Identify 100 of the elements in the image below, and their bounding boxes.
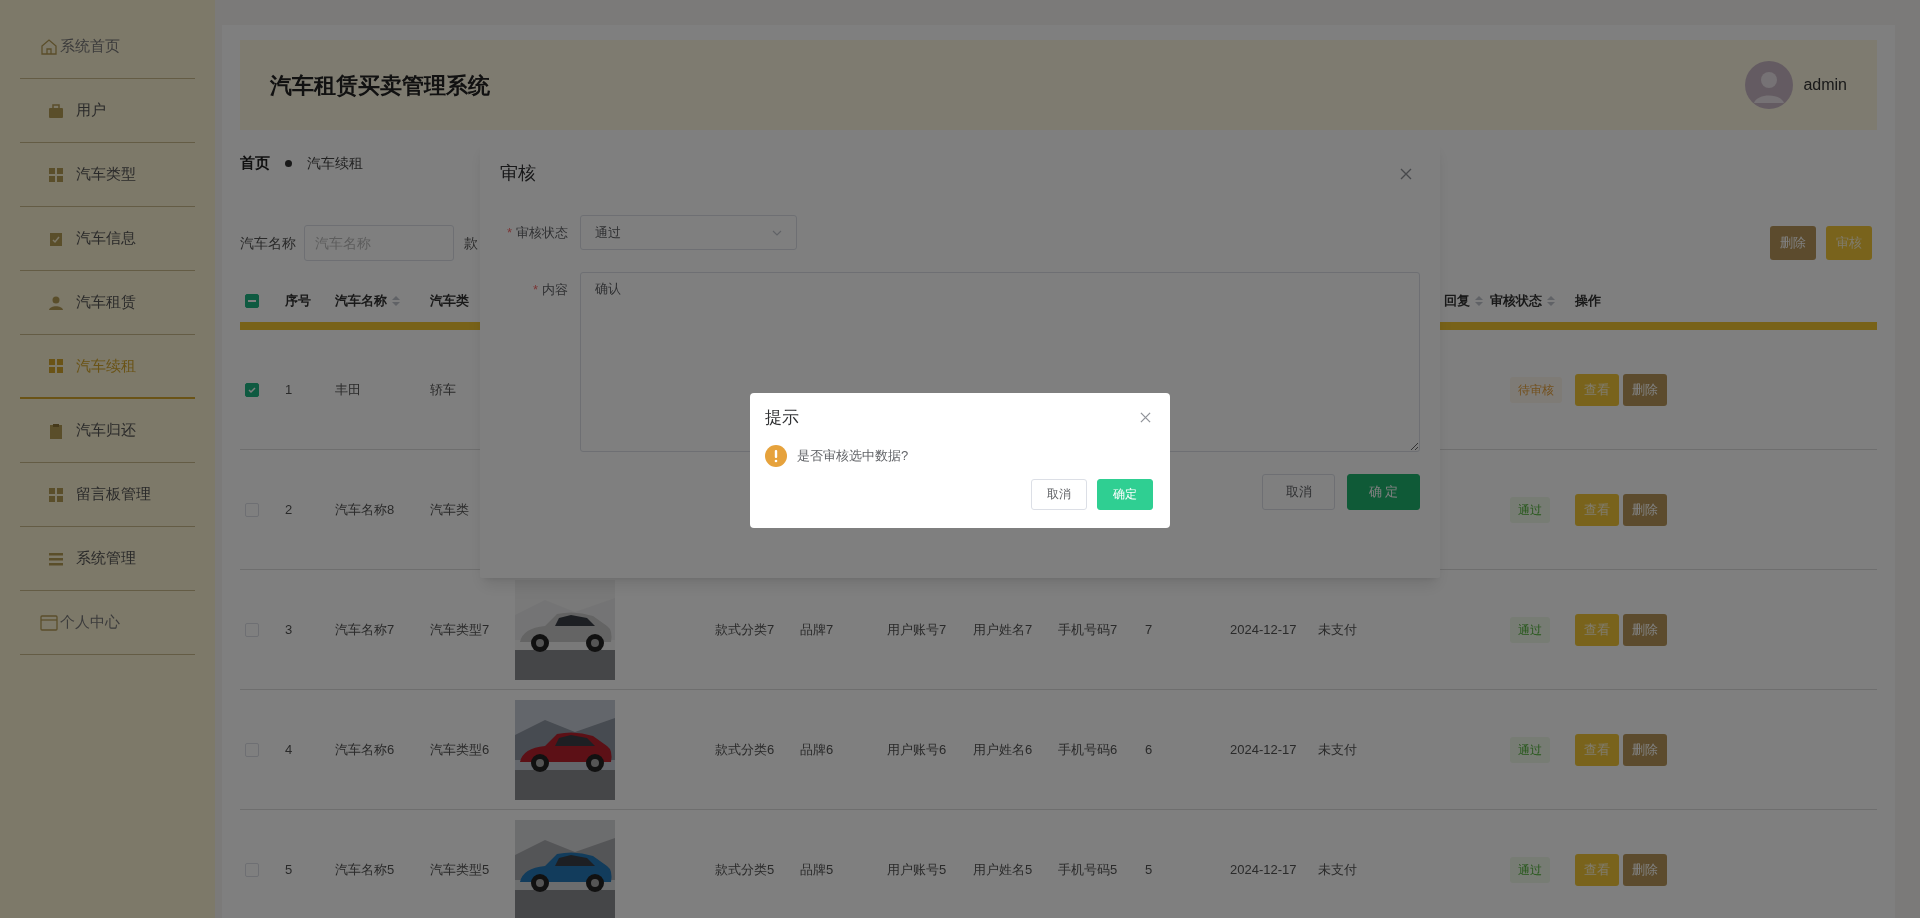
view-button[interactable]: 查看 — [1575, 373, 1619, 406]
status-select[interactable]: 通过 — [580, 215, 797, 250]
profile-card-icon — [40, 613, 58, 632]
checkbox[interactable] — [245, 294, 259, 308]
sidebar-item[interactable]: 汽车租赁 — [20, 271, 195, 335]
home-icon — [40, 37, 58, 56]
table-cell-text: 5 — [285, 860, 293, 879]
sidebar-item[interactable]: 汽车归还 — [20, 399, 195, 463]
avatar — [1745, 61, 1794, 109]
status-tag: 通过 — [1510, 856, 1550, 883]
sidebar-item[interactable]: 系统管理 — [20, 527, 195, 591]
check-icon — [247, 384, 257, 395]
delete-button[interactable]: 删除 — [1623, 613, 1667, 646]
breadcrumb-separator — [285, 159, 292, 167]
table-cell-text: 未支付 — [1318, 620, 1357, 639]
checkbox[interactable] — [245, 382, 259, 397]
sidebar-item[interactable]: 留言板管理 — [20, 463, 195, 527]
table-cell-text: 品牌7 — [800, 620, 834, 639]
cancel-button[interactable]: 取消 — [1031, 478, 1087, 510]
table-cell-text: 汽车名称5 — [335, 860, 395, 879]
column-header: 汽车名称 — [335, 292, 387, 311]
table-cell-text: 手机号码7 — [1058, 620, 1118, 639]
table-cell-text: 用户账号5 — [887, 860, 947, 879]
clipboard-icon — [48, 422, 64, 439]
table-cell-text: 汽车类 — [430, 500, 469, 519]
sidebar-item[interactable]: 用户 — [20, 79, 195, 143]
status-tag: 待审核 — [1510, 376, 1562, 403]
column-header: 审核状态 — [1490, 292, 1542, 311]
sidebar-item[interactable]: 汽车信息 — [20, 207, 195, 271]
breadcrumb-item[interactable]: 首页 — [240, 151, 270, 175]
table-cell-text: 轿车 — [430, 380, 456, 399]
required-mark: * — [506, 225, 512, 240]
grid-icon — [48, 486, 64, 503]
required-mark: * — [532, 282, 538, 297]
confirm-button[interactable]: 确 定 — [1347, 474, 1420, 510]
table-cell-text: 款式分类6 — [715, 740, 775, 759]
table-cell-text: 2 — [285, 500, 293, 519]
delete-button[interactable]: 删除 — [1623, 493, 1667, 526]
sidebar-item[interactable]: 系统首页 — [20, 15, 195, 79]
column-header: 回复 — [1444, 292, 1470, 311]
table-cell-text: 丰田 — [335, 380, 361, 399]
warning-icon — [765, 444, 787, 467]
table-cell-text: 汽车名称6 — [335, 740, 395, 759]
sidebar-item[interactable]: 汽车续租 — [20, 335, 195, 399]
table-cell-text: 汽车类型5 — [430, 860, 490, 879]
table-cell-text: 手机号码6 — [1058, 740, 1118, 759]
table-cell-text: 汽车名称7 — [335, 620, 395, 639]
column-header: 汽车类 — [430, 292, 469, 311]
table-cell-text: 款式分类7 — [715, 620, 775, 639]
view-button[interactable]: 查看 — [1575, 613, 1619, 646]
view-button[interactable]: 查看 — [1575, 733, 1619, 766]
table-cell-text: 品牌5 — [800, 860, 834, 879]
table-cell-text: 3 — [285, 620, 293, 639]
sidebar-item[interactable]: 个人中心 — [20, 591, 195, 655]
dialog-title: 审核 — [500, 162, 536, 185]
view-button[interactable]: 查看 — [1575, 853, 1619, 886]
delete-button[interactable]: 删除 — [1623, 373, 1667, 406]
cancel-button[interactable]: 取消 — [1262, 474, 1335, 510]
table-cell-text: 汽车名称8 — [335, 500, 395, 519]
grid-icon — [48, 166, 64, 183]
table-cell-text: 7 — [1145, 620, 1153, 639]
table-cell-text: 2024-12-17 — [1230, 620, 1297, 639]
field-label: 内容 — [542, 282, 568, 297]
close-icon[interactable] — [1400, 167, 1412, 180]
table-cell-text: 用户姓名6 — [973, 740, 1033, 759]
message-title: 提示 — [765, 407, 799, 429]
breadcrumb-item[interactable]: 汽车续租 — [307, 152, 363, 174]
delete-button[interactable]: 删除 — [1770, 226, 1816, 260]
chevron-down-icon — [772, 229, 782, 236]
status-tag: 通过 — [1510, 496, 1550, 523]
review-button[interactable]: 审核 — [1826, 226, 1872, 260]
table-cell-text: 2024-12-17 — [1230, 740, 1297, 759]
menu-icon — [48, 550, 64, 567]
table-cell-text: 4 — [285, 740, 293, 759]
sidebar-item[interactable]: 汽车类型 — [20, 143, 195, 207]
column-header: 操作 — [1575, 292, 1601, 311]
table-cell-text: 未支付 — [1318, 860, 1357, 879]
column-header: 序号 — [285, 292, 311, 311]
system-title: 汽车租赁买卖管理系统 — [270, 71, 490, 100]
briefcase-icon — [48, 102, 64, 119]
username: admin — [1803, 75, 1847, 95]
view-button[interactable]: 查看 — [1575, 493, 1619, 526]
user-icon — [48, 294, 64, 311]
delete-button[interactable]: 删除 — [1623, 733, 1667, 766]
table-cell-text: 5 — [1145, 860, 1153, 879]
table-cell-text: 品牌6 — [800, 740, 834, 759]
table-cell-text: 6 — [1145, 740, 1153, 759]
table-cell-text: 未支付 — [1318, 740, 1357, 759]
close-icon[interactable] — [1140, 412, 1151, 424]
grid-icon — [48, 358, 64, 374]
status-tag: 通过 — [1510, 616, 1550, 643]
table-cell-text: 2024-12-17 — [1230, 860, 1297, 879]
search-label: 汽车名称 — [240, 233, 296, 253]
confirm-button[interactable]: 确定 — [1097, 478, 1153, 510]
table-cell-text: 汽车类型6 — [430, 740, 490, 759]
field-label: 审核状态 — [516, 225, 568, 240]
search-label: 款 — [464, 233, 478, 253]
minus-icon — [248, 300, 256, 302]
delete-button[interactable]: 删除 — [1623, 853, 1667, 886]
table-cell-text: 1 — [285, 380, 293, 399]
